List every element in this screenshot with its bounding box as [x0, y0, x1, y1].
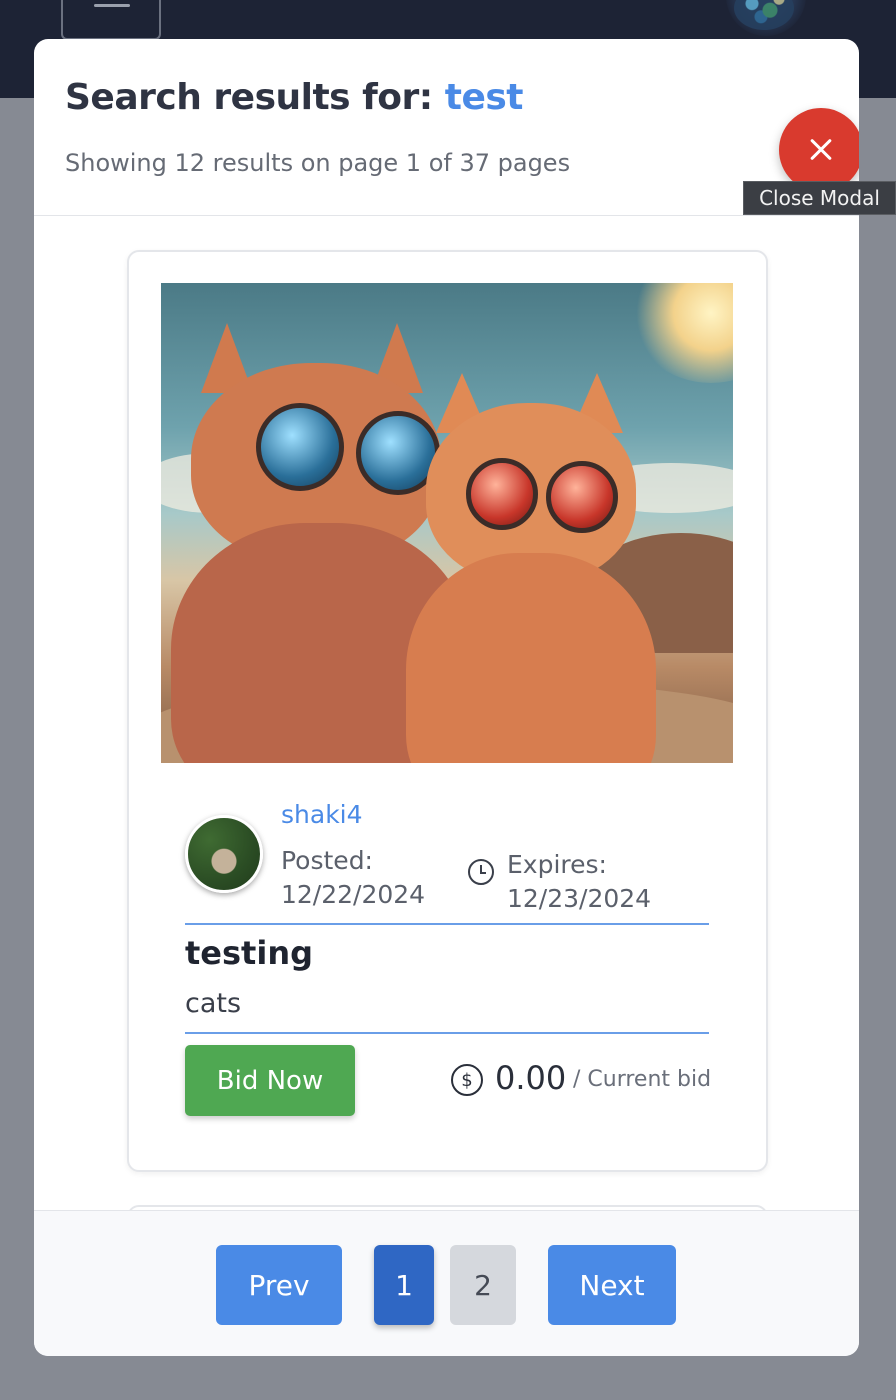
expires-date: Expires: 12/23/2024 [507, 848, 651, 916]
divider [185, 923, 709, 925]
result-card[interactable]: shaki4 Posted: 12/22/2024 Expires: 12/23… [127, 250, 768, 1172]
posted-date: Posted: 12/22/2024 [281, 844, 425, 912]
globe-logo-icon[interactable] [726, 0, 806, 36]
pagination: Prev 1 2 Next [34, 1210, 859, 1356]
prev-page-button[interactable]: Prev [216, 1245, 342, 1325]
title-prefix: Search results for: [65, 77, 433, 118]
posted-label: Posted: [281, 846, 373, 875]
username-link[interactable]: shaki4 [281, 800, 363, 829]
search-results-modal: Search results for: test Showing 12 resu… [34, 39, 859, 1356]
dollar-icon: $ [451, 1064, 483, 1096]
search-query: test [444, 77, 524, 118]
result-image[interactable] [161, 283, 733, 763]
avatar[interactable] [185, 815, 263, 893]
expires-value: 12/23/2024 [507, 884, 652, 913]
current-bid-label: / Current bid [573, 1067, 712, 1092]
bid-now-button[interactable]: Bid Now [185, 1045, 355, 1116]
modal-header: Search results for: test Showing 12 resu… [34, 39, 859, 216]
next-page-button[interactable]: Next [548, 1245, 676, 1325]
clock-icon [468, 859, 494, 885]
page-1-button[interactable]: 1 [374, 1245, 434, 1325]
page-2-button[interactable]: 2 [450, 1245, 516, 1325]
item-title: testing [185, 934, 313, 972]
divider [185, 1032, 709, 1034]
hamburger-menu-button[interactable] [61, 0, 161, 40]
results-summary: Showing 12 results on page 1 of 37 pages [65, 149, 571, 177]
current-bid-value: 0.00 [495, 1059, 567, 1097]
modal-title: Search results for: test [65, 77, 524, 118]
expires-label: Expires: [507, 850, 607, 879]
posted-value: 12/22/2024 [281, 880, 426, 909]
close-modal-tooltip: Close Modal [743, 181, 896, 215]
close-modal-button[interactable] [779, 108, 859, 192]
hamburger-icon [94, 4, 130, 7]
item-description: cats [185, 988, 242, 1019]
